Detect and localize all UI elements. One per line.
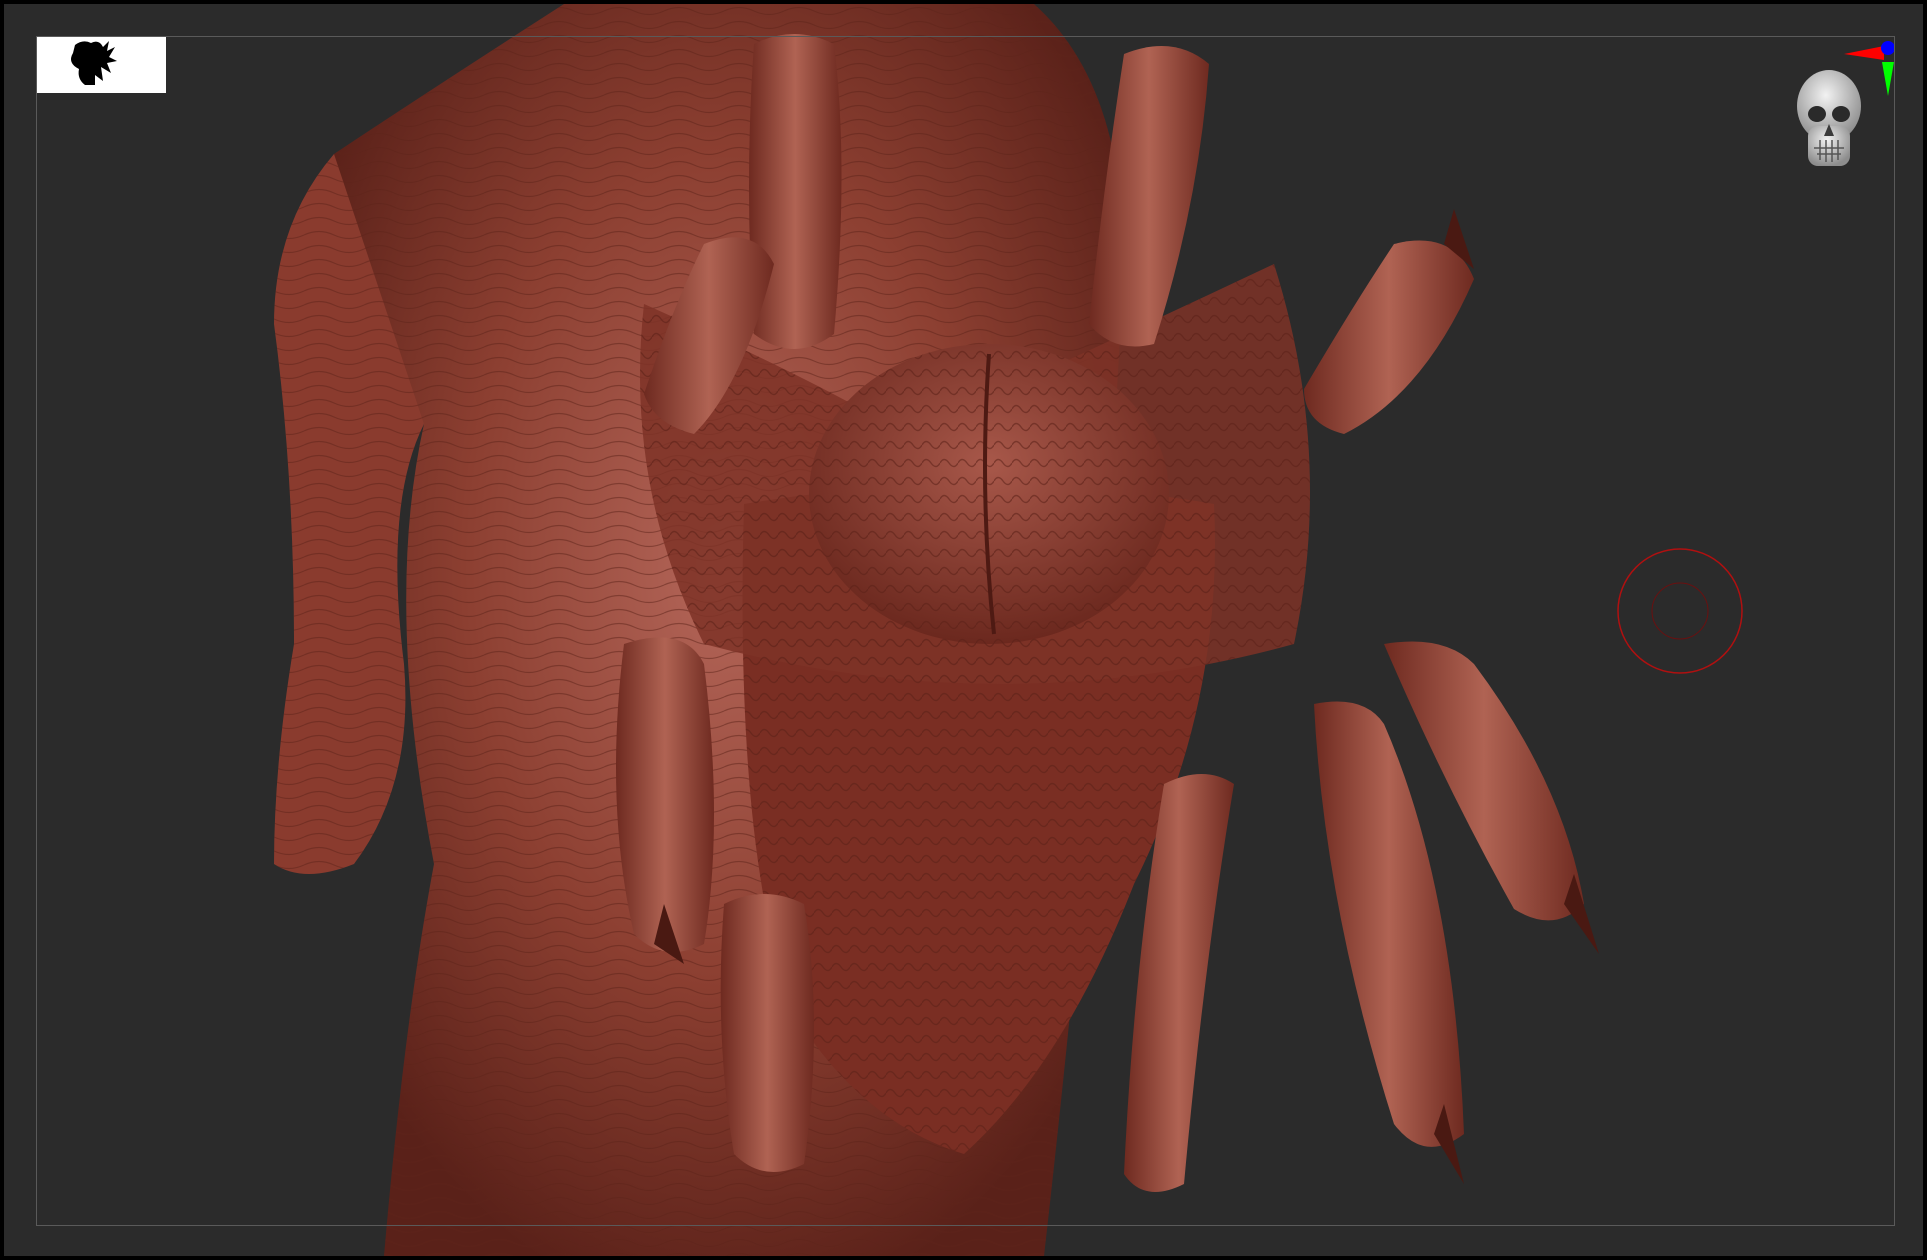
x-axis-arrow: [1844, 46, 1884, 60]
finger-upper-right: [1089, 46, 1209, 347]
finger-lower-1: [616, 637, 714, 952]
skull-gyro-icon[interactable]: [1784, 36, 1894, 176]
silhouette-icon: [37, 37, 166, 93]
finger-lower-2: [720, 894, 814, 1172]
y-axis-arrow: [1882, 62, 1894, 96]
skull-icon: [1797, 70, 1861, 166]
silhouette-thumbnail[interactable]: [37, 37, 166, 93]
document-canvas[interactable]: [4, 4, 1923, 1256]
brush-cursor-icon: [1617, 548, 1743, 674]
finger-upper-mid-right: [1304, 240, 1474, 434]
